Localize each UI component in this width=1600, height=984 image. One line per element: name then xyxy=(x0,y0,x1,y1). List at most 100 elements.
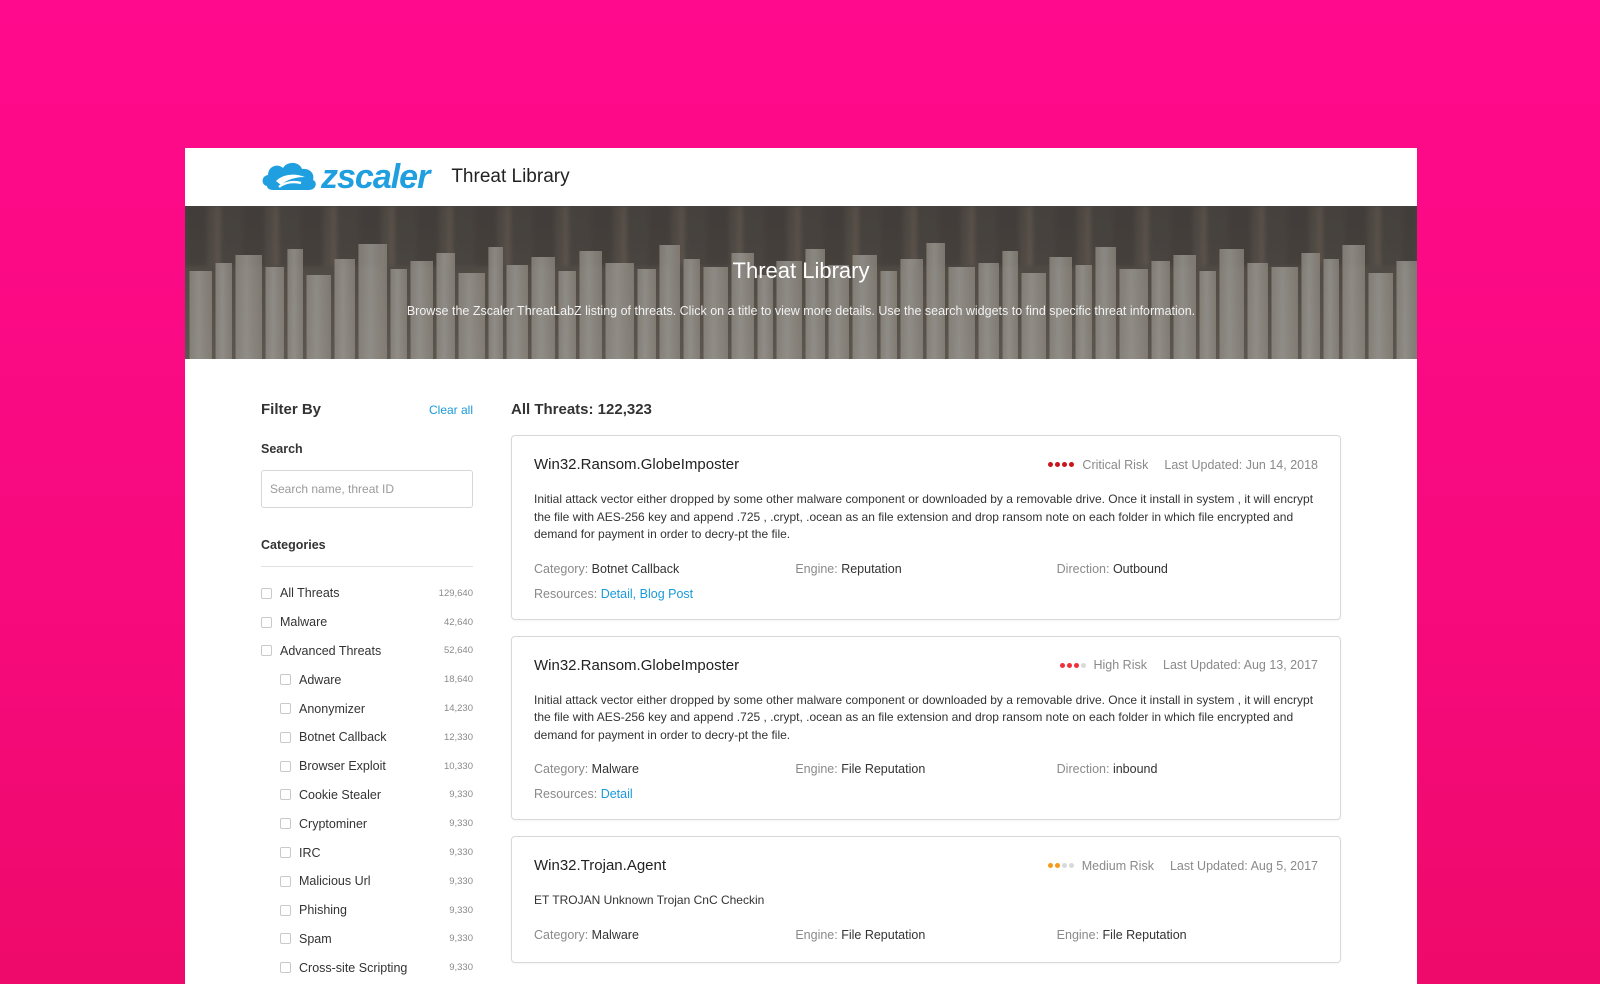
category-item[interactable]: Malicious Url 9,330 xyxy=(261,867,473,896)
category-item[interactable]: Cross-site Scripting 9,330 xyxy=(261,953,473,982)
resources-label: Resources: xyxy=(534,586,601,601)
category-item[interactable]: Cryptominer 9,330 xyxy=(261,809,473,838)
category-name: Malicious Url xyxy=(299,874,371,889)
risk-dot xyxy=(1047,863,1053,868)
meta-value: Outbound xyxy=(1112,561,1168,576)
meta-field: Engine: File Reputation xyxy=(795,762,1056,776)
search-input[interactable] xyxy=(261,470,473,508)
meta-key: Engine: xyxy=(795,762,842,776)
category-checkbox[interactable] xyxy=(280,674,291,686)
top-bar: zscaler Threat Library xyxy=(185,148,1417,206)
category-checkbox[interactable] xyxy=(280,847,291,859)
clear-all-link[interactable]: Clear all xyxy=(429,403,473,417)
meta-key: Direction: xyxy=(1056,561,1113,576)
category-item[interactable]: Browser Exploit 10,330 xyxy=(261,752,473,781)
risk-label: Critical Risk xyxy=(1082,457,1149,472)
risk-dots xyxy=(1059,662,1086,668)
category-item[interactable]: Adware 18,640 xyxy=(261,665,473,694)
meta-value: File Reputation xyxy=(841,927,926,942)
category-checkbox[interactable] xyxy=(280,962,291,974)
category-checkbox[interactable] xyxy=(261,645,272,657)
category-item[interactable]: All Threats 129,640 xyxy=(261,579,473,608)
category-count: 9,330 xyxy=(449,818,473,830)
zscaler-logo[interactable]: zscaler xyxy=(261,158,430,196)
risk-dot xyxy=(1066,662,1072,668)
search-label: Search xyxy=(261,442,303,456)
category-checkbox[interactable] xyxy=(280,818,291,830)
category-count: 129,640 xyxy=(438,587,473,599)
threat-title-link[interactable]: Win32.Ransom.GlobeImposter xyxy=(534,657,1060,674)
category-checkbox[interactable] xyxy=(280,731,291,743)
threat-card-header: Win32.Ransom.GlobeImposter High Risk Last … xyxy=(534,657,1318,674)
meta-key: Engine: xyxy=(795,927,842,942)
risk-dot xyxy=(1055,462,1061,467)
risk-label: Medium Risk xyxy=(1081,858,1154,873)
category-count: 9,330 xyxy=(449,847,473,859)
category-name: Spam xyxy=(299,931,332,946)
threat-card: Win32.Ransom.GlobeImposter Critical Risk L… xyxy=(511,435,1341,620)
meta-value: Malware xyxy=(591,927,639,942)
threat-card-header: Win32.Ransom.GlobeImposter Critical Risk L… xyxy=(534,456,1318,473)
category-count: 42,640 xyxy=(443,616,473,628)
category-name: Anonymizer xyxy=(299,701,365,716)
app-title: Threat Library xyxy=(451,166,570,187)
all-threats-count: All Threats: 122,323 xyxy=(511,401,652,418)
meta-value: File Reputation xyxy=(841,762,926,776)
risk-indicator: High Risk xyxy=(1059,658,1147,672)
resources-row: Resources: Detail, Blog Post xyxy=(534,587,1318,619)
category-item[interactable]: Advanced Threats 52,640 xyxy=(261,637,473,666)
category-count: 9,330 xyxy=(449,933,473,945)
category-checkbox[interactable] xyxy=(280,875,291,887)
category-checkbox[interactable] xyxy=(261,616,272,628)
content-area: Filter By Clear all Search Categories Al… xyxy=(185,359,1417,982)
resource-link[interactable]: Detail xyxy=(601,787,633,801)
threat-card-header: Win32.Trojan.Agent Medium Risk Last Update… xyxy=(534,857,1318,874)
brand-wordmark: zscaler xyxy=(321,158,430,196)
last-updated: Last Updated: Aug 13, 2017 xyxy=(1163,658,1318,672)
threat-meta: Category: Malware Engine: File Reputation… xyxy=(534,762,1318,776)
meta-field: Category: Malware xyxy=(534,928,795,942)
category-item[interactable]: Spam 9,330 xyxy=(261,925,473,954)
category-checkbox[interactable] xyxy=(280,933,291,945)
cloud-logo-icon xyxy=(262,162,316,190)
category-item[interactable]: Anonymizer 14,230 xyxy=(261,694,473,723)
category-checkbox[interactable] xyxy=(280,703,291,715)
threat-card: Win32.Ransom.GlobeImposter High Risk Last … xyxy=(511,635,1341,820)
risk-dot xyxy=(1068,863,1074,868)
meta-value: File Reputation xyxy=(1102,927,1187,942)
threat-card-list: Win32.Ransom.GlobeImposter Critical Risk L… xyxy=(511,435,1341,963)
categories-label: Categories xyxy=(261,538,326,552)
meta-field: Engine: File Reputation xyxy=(795,928,1056,942)
meta-field: Category: Botnet Callback xyxy=(534,562,795,576)
risk-dot xyxy=(1073,662,1079,668)
threat-title-link[interactable]: Win32.Trojan.Agent xyxy=(534,857,1048,874)
category-count: 9,330 xyxy=(449,962,473,974)
category-item[interactable]: Botnet Callback 12,330 xyxy=(261,723,473,752)
risk-dot xyxy=(1062,462,1068,467)
category-item[interactable]: Malware 42,640 xyxy=(261,608,473,637)
category-checkbox[interactable] xyxy=(280,904,291,916)
meta-field: Category: Malware xyxy=(534,762,795,776)
app-window: zscaler Threat Library Threat Library Br… xyxy=(185,148,1417,984)
category-name: All Threats xyxy=(280,586,340,601)
meta-key: Category: xyxy=(534,762,592,776)
category-count: 9,330 xyxy=(449,875,473,887)
threat-card: Win32.Trojan.Agent Medium Risk Last Update… xyxy=(511,836,1341,963)
risk-dot xyxy=(1048,462,1054,467)
hero-banner: Threat Library Browse the Zscaler Threat… xyxy=(185,206,1417,359)
meta-key: Engine: xyxy=(1056,927,1103,942)
hero-title: Threat Library xyxy=(732,258,870,283)
category-checkbox[interactable] xyxy=(280,760,291,772)
category-item[interactable]: IRC 9,330 xyxy=(261,838,473,867)
resource-link[interactable]: Blog Post xyxy=(640,587,694,601)
hero-subtitle: Browse the Zscaler ThreatLabZ listing of… xyxy=(406,304,1196,318)
threat-title-link[interactable]: Win32.Ransom.GlobeImposter xyxy=(534,456,1048,473)
category-item[interactable]: Phishing 9,330 xyxy=(261,896,473,925)
category-checkbox[interactable] xyxy=(280,789,291,801)
category-name: Cross-site Scripting xyxy=(299,960,408,975)
category-item[interactable]: Cookie Stealer 9,330 xyxy=(261,781,473,810)
resource-link[interactable]: Detail, xyxy=(601,587,636,601)
filter-sidebar: Filter By Clear all Search Categories Al… xyxy=(261,401,473,982)
category-checkbox[interactable] xyxy=(261,587,272,599)
last-updated: Last Updated: Aug 5, 2017 xyxy=(1169,858,1318,873)
